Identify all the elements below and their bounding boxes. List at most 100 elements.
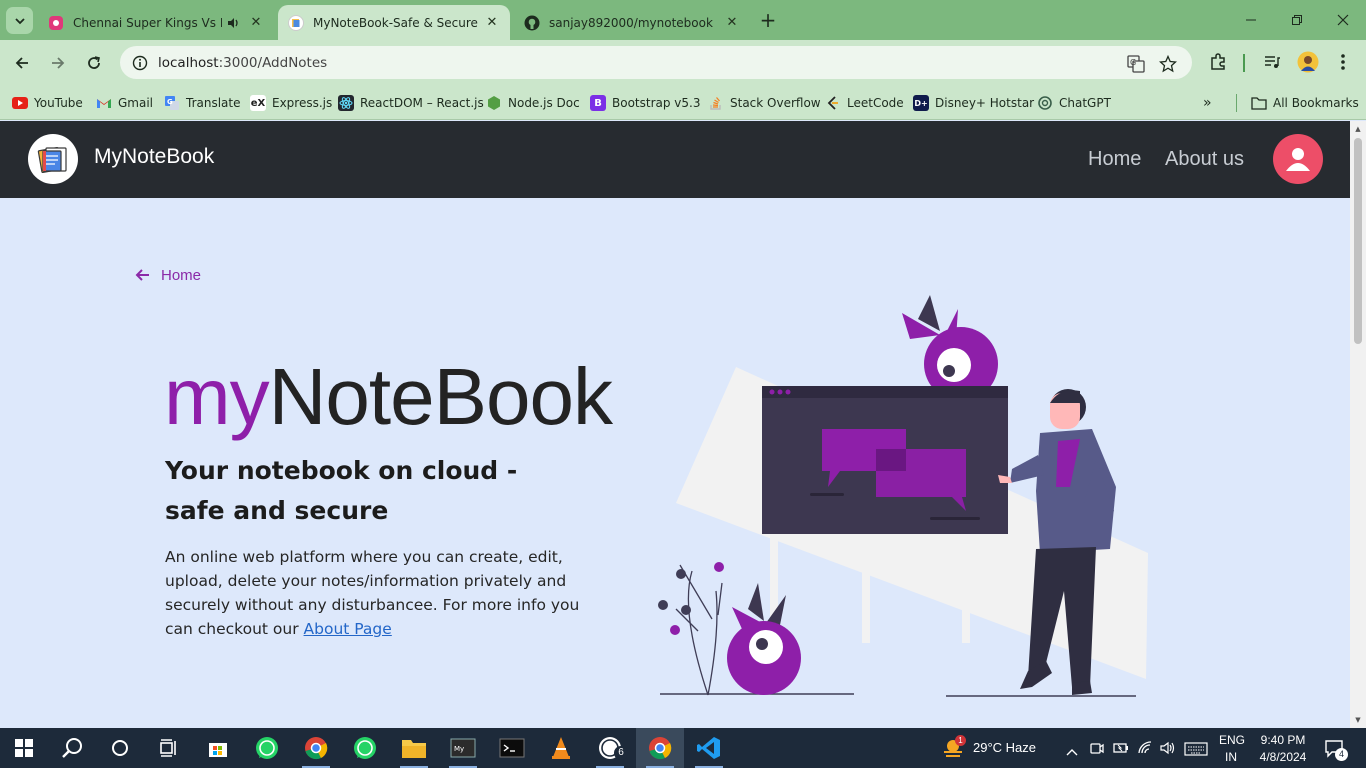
clock[interactable]: 9:40 PM 4/8/2024 bbox=[1252, 733, 1314, 764]
volume-icon[interactable] bbox=[1159, 740, 1177, 760]
nav-about-link[interactable]: About us bbox=[1165, 148, 1244, 171]
profile-avatar[interactable] bbox=[1297, 51, 1319, 73]
translate-page-icon[interactable]: G bbox=[1127, 55, 1145, 73]
bookmarks-overflow-chevron-icon[interactable]: » bbox=[1203, 92, 1212, 114]
bookmark-reactdom[interactable]: ReactDOM – React.js bbox=[338, 92, 484, 114]
bookmarks-bar: YouTube Gmail G Translate eX Express.js … bbox=[0, 86, 1366, 120]
language-indicator[interactable]: ENG IN bbox=[1219, 733, 1245, 764]
restore-button[interactable] bbox=[1274, 0, 1320, 40]
back-button[interactable] bbox=[8, 49, 36, 77]
bookmark-express[interactable]: eX Express.js bbox=[250, 92, 332, 114]
start-button[interactable] bbox=[0, 728, 48, 768]
bookmark-nodejs[interactable]: Node.js Doc bbox=[486, 92, 580, 114]
whatsapp-icon bbox=[354, 737, 376, 759]
bookmark-gmail[interactable]: Gmail bbox=[96, 92, 153, 114]
bookmark-label: Translate bbox=[186, 96, 241, 110]
tab-strip: Chennai Super Kings Vs Kolkata ✕ MyNoteB… bbox=[0, 0, 1366, 40]
about-page-link[interactable]: About Page bbox=[304, 620, 392, 638]
toolbar-divider bbox=[1243, 54, 1245, 72]
taskbar-store[interactable] bbox=[194, 728, 242, 768]
notebook-logo-icon[interactable] bbox=[28, 134, 78, 184]
restore-icon bbox=[1292, 15, 1302, 25]
taskbar-whatsapp-business[interactable]: 6 bbox=[586, 728, 634, 768]
show-hidden-icons-chevron-icon[interactable] bbox=[1066, 742, 1078, 761]
tab-search-button[interactable] bbox=[6, 7, 33, 34]
clock-date: 4/8/2024 bbox=[1259, 750, 1307, 764]
weather-widget[interactable]: 1 bbox=[942, 735, 966, 763]
taskbar-vlc[interactable] bbox=[537, 728, 585, 768]
nav-home-link[interactable]: Home bbox=[1088, 148, 1141, 171]
bookmark-label: Disney+ Hotstar bbox=[935, 96, 1035, 110]
scrollbar-thumb[interactable] bbox=[1354, 138, 1362, 344]
browser-toolbar: localhost:3000/AddNotes G bbox=[0, 40, 1366, 86]
bookmark-bootstrap[interactable]: B Bootstrap v5.3 bbox=[590, 92, 700, 114]
url-text[interactable]: localhost:3000/AddNotes bbox=[158, 55, 327, 71]
close-icon bbox=[1337, 14, 1349, 26]
bookmark-stackoverflow[interactable]: Stack Overflow bbox=[708, 92, 821, 114]
address-bar[interactable]: localhost:3000/AddNotes bbox=[120, 46, 1192, 79]
scroll-down-arrow-icon[interactable]: ▼ bbox=[1354, 716, 1362, 724]
tab-csk[interactable]: Chennai Super Kings Vs Kolkata ✕ bbox=[38, 5, 274, 40]
tab-mynotebook[interactable]: MyNoteBook-Safe & Secure ✕ bbox=[278, 5, 510, 40]
tab-github[interactable]: sanjay892000/mynotebook ✕ bbox=[514, 5, 750, 40]
bookmark-hotstar[interactable]: D+ Disney+ Hotstar bbox=[913, 92, 1034, 114]
battery-icon[interactable] bbox=[1112, 740, 1130, 760]
keyboard-icon[interactable] bbox=[1184, 741, 1208, 760]
user-avatar[interactable] bbox=[1273, 134, 1323, 184]
weather-alert-badge: 1 bbox=[955, 735, 966, 746]
site-info-icon[interactable] bbox=[132, 55, 148, 71]
app-navbar: MyNoteBook Home About us bbox=[0, 121, 1350, 198]
task-view-button[interactable] bbox=[144, 728, 192, 768]
microsoft-store-icon bbox=[209, 743, 227, 757]
minimize-button[interactable] bbox=[1228, 0, 1274, 40]
bookmark-leetcode[interactable]: LeetCode bbox=[825, 92, 904, 114]
forward-button[interactable] bbox=[44, 49, 72, 77]
taskbar-chrome-active[interactable] bbox=[636, 728, 684, 768]
stackoverflow-icon bbox=[708, 95, 724, 111]
bootstrap-icon: B bbox=[590, 95, 606, 111]
close-window-button[interactable] bbox=[1320, 0, 1366, 40]
bookmark-star-icon[interactable] bbox=[1159, 55, 1177, 73]
cortana-button[interactable] bbox=[96, 728, 144, 768]
tab-title: Chennai Super Kings Vs Kolkata bbox=[73, 15, 222, 30]
brand-name[interactable]: MyNoteBook bbox=[94, 145, 214, 169]
search-button[interactable] bbox=[48, 728, 96, 768]
taskbar-whatsapp-2[interactable] bbox=[341, 728, 389, 768]
wifi-icon[interactable] bbox=[1137, 740, 1155, 760]
back-home-label: Home bbox=[161, 266, 202, 284]
whatsapp-icon bbox=[256, 737, 278, 759]
taskbar-terminal[interactable] bbox=[488, 728, 536, 768]
scroll-up-arrow-icon[interactable]: ▲ bbox=[1354, 125, 1362, 133]
taskbar-vscode[interactable] bbox=[685, 728, 733, 768]
media-control-icon[interactable] bbox=[1261, 51, 1283, 73]
new-tab-button[interactable]: + bbox=[757, 8, 779, 32]
weather-text[interactable]: 29°C Haze bbox=[973, 740, 1036, 755]
extensions-icon[interactable] bbox=[1207, 51, 1229, 73]
page-scrollbar[interactable]: ▲ ▼ bbox=[1350, 121, 1366, 728]
all-bookmarks-button[interactable]: All Bookmarks bbox=[1251, 92, 1359, 114]
taskbar-whatsapp[interactable] bbox=[243, 728, 291, 768]
close-tab-icon[interactable]: ✕ bbox=[724, 15, 740, 31]
bookmark-youtube[interactable]: YouTube bbox=[12, 92, 83, 114]
vscode-icon bbox=[697, 737, 720, 759]
hero-title-notebook: NoteBook bbox=[268, 352, 613, 441]
svg-text:My: My bbox=[454, 745, 464, 753]
bookmark-translate[interactable]: G Translate bbox=[164, 92, 241, 114]
taskbar-file-explorer[interactable] bbox=[390, 728, 438, 768]
taskbar-chrome-profile[interactable] bbox=[292, 728, 340, 768]
reload-button[interactable] bbox=[80, 49, 108, 77]
bookmark-chatgpt[interactable]: ChatGPT bbox=[1037, 92, 1111, 114]
taskbar-mysql[interactable]: My bbox=[439, 728, 487, 768]
cortana-circle-icon bbox=[112, 740, 128, 756]
hero-illustration bbox=[658, 295, 1148, 697]
close-tab-icon[interactable]: ✕ bbox=[484, 15, 500, 31]
close-tab-icon[interactable]: ✕ bbox=[248, 15, 264, 31]
speaker-icon[interactable] bbox=[226, 15, 242, 31]
meet-now-icon[interactable] bbox=[1089, 740, 1105, 760]
back-home-link[interactable]: Home bbox=[134, 266, 201, 284]
chrome-icon bbox=[649, 737, 672, 760]
menu-kebab-icon[interactable] bbox=[1332, 51, 1354, 73]
hotstar-favicon-icon bbox=[48, 15, 64, 31]
notification-center-icon[interactable]: 4 bbox=[1324, 738, 1348, 762]
folder-icon bbox=[1251, 95, 1267, 111]
